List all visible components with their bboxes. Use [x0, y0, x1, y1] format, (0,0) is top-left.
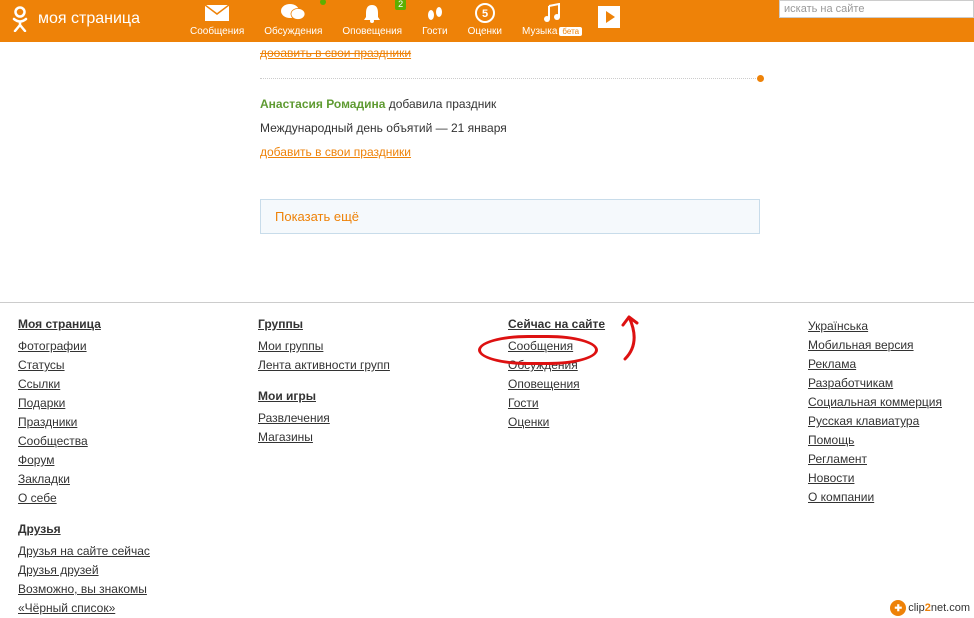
nav-guests[interactable]: Гости [412, 0, 457, 37]
nav-messages[interactable]: Сообщения [180, 0, 254, 37]
footer-link[interactable]: О себе [18, 489, 208, 508]
footer-link[interactable]: Развлечения [258, 409, 398, 428]
svg-text:5: 5 [482, 8, 488, 20]
footer-link[interactable]: Помощь [808, 431, 948, 450]
feed-user-link[interactable]: Анастасия Ромадина [260, 97, 385, 111]
nav-notifications[interactable]: 2 Оповещения [332, 0, 412, 37]
footer-link[interactable]: Закладки [18, 470, 208, 489]
beta-tag: бета [559, 27, 582, 36]
footer-link[interactable]: Праздники [18, 413, 208, 432]
show-more-button[interactable]: Показать ещё [260, 199, 760, 234]
ok-logo-icon [10, 6, 30, 32]
footer-header-friends[interactable]: Друзья [18, 522, 208, 536]
footer-col-mypage: Моя страница Фотографии Статусы Ссылки П… [18, 317, 208, 618]
footer-col-about: Українська Мобильная версия Реклама Разр… [808, 317, 948, 618]
nav-bar: Сообщения Обсуждения 2 Оповещения Гости … [180, 0, 620, 37]
nav-discussions[interactable]: Обсуждения [254, 0, 332, 37]
rating-icon: 5 [468, 2, 502, 24]
footer-link[interactable]: Друзья на сайте сейчас [18, 542, 208, 561]
footer-link[interactable]: Новости [808, 469, 948, 488]
search-input[interactable] [779, 0, 974, 18]
footer-link[interactable]: Сообщества [18, 432, 208, 451]
footer-link[interactable]: Мобильная версия [808, 336, 948, 355]
bell-icon [342, 2, 402, 24]
footer-link[interactable]: Українська [808, 317, 948, 336]
play-button[interactable] [598, 6, 620, 28]
badge [320, 0, 326, 5]
footer-header-mypage[interactable]: Моя страница [18, 317, 208, 331]
footer-link[interactable]: Лента активности групп [258, 356, 398, 375]
footer-link-messages[interactable]: Сообщения [508, 337, 648, 356]
play-icon [606, 11, 615, 23]
footer-link[interactable]: Оповещения [508, 375, 648, 394]
footer-link[interactable]: Мои группы [258, 337, 398, 356]
watermark: ✚ clip2net.com [890, 600, 970, 616]
new-marker-dot [757, 75, 764, 82]
add-holiday-link[interactable]: добавить в свои праздники [260, 145, 411, 159]
footer-header-games[interactable]: Мои игры [258, 389, 398, 403]
footer-col-now: Сейчас на сайте Сообщения Обсуждения Опо… [508, 317, 648, 618]
footer-link[interactable]: Разработчикам [808, 374, 948, 393]
feet-icon [422, 2, 447, 24]
footer-link[interactable]: Друзья друзей [18, 561, 208, 580]
nav-ratings[interactable]: 5 Оценки [458, 0, 512, 37]
chat-icon [264, 2, 322, 24]
footer-link[interactable]: Обсуждения [508, 356, 648, 375]
footer-link[interactable]: Форум [18, 451, 208, 470]
footer-col-groups: Группы Мои группы Лента активности групп… [258, 317, 398, 618]
footer-link[interactable]: Русская клавиатура [808, 412, 948, 431]
footer-link[interactable]: Регламент [808, 450, 948, 469]
footer-link[interactable]: О компании [808, 488, 948, 507]
add-holiday-link-top[interactable]: дооавить в свои праздники [260, 46, 411, 60]
separator [260, 78, 760, 79]
footer-link[interactable]: Гости [508, 394, 648, 413]
music-icon [522, 2, 582, 24]
footer-link[interactable]: Подарки [18, 394, 208, 413]
nav-music[interactable]: Музыкабета [512, 0, 592, 37]
footer-link[interactable]: Возможно, вы знакомы [18, 580, 208, 599]
mail-icon [190, 2, 244, 24]
footer-link[interactable]: Социальная коммерция [808, 393, 948, 412]
search-box [779, 0, 974, 18]
feed-item: Анастасия Ромадина добавила праздник Меж… [260, 97, 760, 159]
footer-link[interactable]: Статусы [18, 356, 208, 375]
badge-count: 2 [395, 0, 406, 10]
footer: Моя страница Фотографии Статусы Ссылки П… [0, 302, 974, 618]
footer-link[interactable]: Ссылки [18, 375, 208, 394]
logo-area[interactable]: моя страница [0, 0, 150, 38]
feed-action-text: добавила праздник [385, 97, 496, 111]
footer-link[interactable]: Реклама [808, 355, 948, 374]
footer-link[interactable]: Магазины [258, 428, 398, 447]
footer-link[interactable]: Оценки [508, 413, 648, 432]
footer-link[interactable]: «Чёрный список» [18, 599, 208, 618]
footer-header-now[interactable]: Сейчас на сайте [508, 317, 648, 331]
top-header: моя страница Сообщения Обсуждения 2 Опов… [0, 0, 974, 42]
footer-link[interactable]: Фотографии [18, 337, 208, 356]
page-title: моя страница [38, 10, 140, 28]
feed-area: дооавить в свои праздники Анастасия Рома… [260, 42, 760, 234]
feed-content: Международный день объятий — 21 января [260, 121, 760, 135]
footer-header-groups[interactable]: Группы [258, 317, 398, 331]
clip2net-icon: ✚ [890, 600, 906, 616]
